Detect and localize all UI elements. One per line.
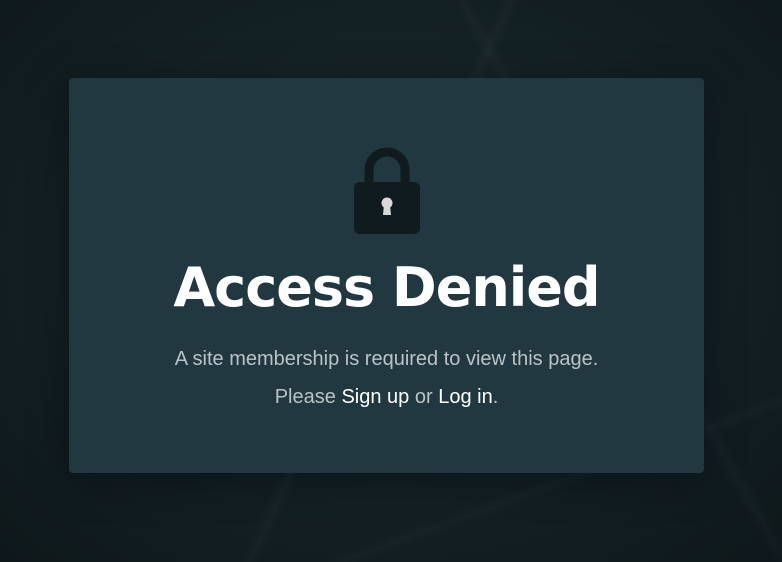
- page-title: Access Denied: [173, 256, 600, 319]
- message-connector: or: [414, 386, 433, 408]
- message-period: .: [492, 386, 499, 408]
- access-denied-card: Access Denied A site membership is requi…: [69, 78, 704, 473]
- lock-icon: [354, 147, 420, 234]
- membership-message: A site membership is required to view th…: [149, 340, 624, 416]
- sign-up-link[interactable]: Sign up: [341, 386, 409, 408]
- log-in-link[interactable]: Log in: [438, 386, 493, 408]
